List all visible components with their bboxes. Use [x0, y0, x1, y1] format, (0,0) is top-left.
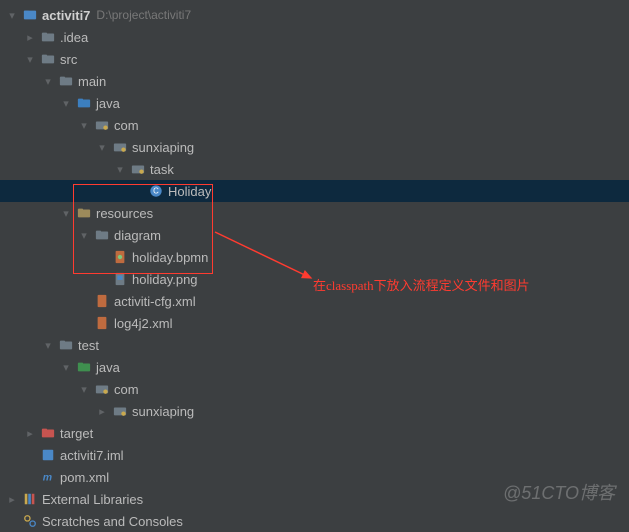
package-icon — [112, 139, 128, 155]
watermark: @51CTO博客 — [503, 479, 615, 505]
chevron-down-icon[interactable] — [76, 381, 92, 397]
node-label: activiti7.iml — [60, 448, 124, 463]
chevron-down-icon[interactable] — [22, 51, 38, 67]
library-icon — [22, 491, 38, 507]
chevron-down-icon[interactable] — [40, 337, 56, 353]
project-name: activiti7 — [42, 8, 90, 23]
chevron-down-icon[interactable] — [58, 95, 74, 111]
node-task[interactable]: task — [0, 158, 629, 180]
node-holiday-png[interactable]: holiday.png — [0, 268, 629, 290]
folder-icon — [58, 73, 74, 89]
folder-icon — [94, 227, 110, 243]
project-icon — [22, 7, 38, 23]
node-com[interactable]: com — [0, 114, 629, 136]
svg-text:C: C — [153, 187, 159, 196]
node-label: diagram — [114, 228, 161, 243]
image-file-icon — [112, 271, 128, 287]
project-tree[interactable]: activiti7 D:\project\activiti7 .idea src… — [0, 0, 629, 532]
bpmn-file-icon — [112, 249, 128, 265]
chevron-right-icon[interactable] — [22, 29, 38, 45]
node-label: main — [78, 74, 106, 89]
node-label: External Libraries — [42, 492, 143, 507]
node-label: target — [60, 426, 93, 441]
node-label: sunxiaping — [132, 404, 194, 419]
node-scratches[interactable]: Scratches and Consoles — [0, 510, 629, 532]
resources-folder-icon — [76, 205, 92, 221]
node-label: java — [96, 96, 120, 111]
node-java[interactable]: java — [0, 92, 629, 114]
node-target[interactable]: target — [0, 422, 629, 444]
chevron-down-icon[interactable] — [58, 359, 74, 375]
node-label: java — [96, 360, 120, 375]
node-label: resources — [96, 206, 153, 221]
node-label: Holiday — [168, 184, 211, 199]
node-test-sunxiaping[interactable]: sunxiaping — [0, 400, 629, 422]
node-idea[interactable]: .idea — [0, 26, 629, 48]
node-diagram[interactable]: diagram — [0, 224, 629, 246]
node-label: activiti-cfg.xml — [114, 294, 196, 309]
node-sunxiaping[interactable]: sunxiaping — [0, 136, 629, 158]
folder-icon — [40, 51, 56, 67]
node-label: pom.xml — [60, 470, 109, 485]
node-resources[interactable]: resources — [0, 202, 629, 224]
class-icon: C — [148, 183, 164, 199]
chevron-down-icon[interactable] — [94, 139, 110, 155]
node-holiday-class[interactable]: C Holiday — [0, 180, 629, 202]
chevron-down-icon[interactable] — [76, 227, 92, 243]
node-activiti-cfg[interactable]: activiti-cfg.xml — [0, 290, 629, 312]
package-icon — [94, 381, 110, 397]
node-label: holiday.bpmn — [132, 250, 208, 265]
chevron-right-icon[interactable] — [4, 491, 20, 507]
node-project-root[interactable]: activiti7 D:\project\activiti7 — [0, 4, 629, 26]
package-icon — [94, 117, 110, 133]
scratches-icon — [22, 513, 38, 529]
maven-file-icon: m — [40, 469, 56, 485]
chevron-down-icon[interactable] — [4, 7, 20, 23]
chevron-down-icon[interactable] — [58, 205, 74, 221]
chevron-down-icon[interactable] — [76, 117, 92, 133]
node-label: test — [78, 338, 99, 353]
folder-icon — [58, 337, 74, 353]
xml-file-icon — [94, 315, 110, 331]
chevron-down-icon[interactable] — [112, 161, 128, 177]
node-label: com — [114, 118, 139, 133]
test-source-folder-icon — [76, 359, 92, 375]
source-folder-icon — [76, 95, 92, 111]
project-path: D:\project\activiti7 — [96, 8, 191, 22]
package-icon — [112, 403, 128, 419]
chevron-down-icon[interactable] — [40, 73, 56, 89]
package-icon — [130, 161, 146, 177]
svg-text:m: m — [43, 472, 52, 484]
node-test-com[interactable]: com — [0, 378, 629, 400]
node-iml[interactable]: activiti7.iml — [0, 444, 629, 466]
node-label: sunxiaping — [132, 140, 194, 155]
folder-icon — [40, 29, 56, 45]
node-holiday-bpmn[interactable]: holiday.bpmn — [0, 246, 629, 268]
chevron-right-icon[interactable] — [22, 425, 38, 441]
chevron-right-icon[interactable] — [94, 403, 110, 419]
node-label: .idea — [60, 30, 88, 45]
node-label: com — [114, 382, 139, 397]
node-src[interactable]: src — [0, 48, 629, 70]
node-label: log4j2.xml — [114, 316, 173, 331]
excluded-folder-icon — [40, 425, 56, 441]
node-label: Scratches and Consoles — [42, 514, 183, 529]
node-label: holiday.png — [132, 272, 198, 287]
module-file-icon — [40, 447, 56, 463]
node-log4j2[interactable]: log4j2.xml — [0, 312, 629, 334]
node-label: src — [60, 52, 77, 67]
node-test[interactable]: test — [0, 334, 629, 356]
node-test-java[interactable]: java — [0, 356, 629, 378]
node-main[interactable]: main — [0, 70, 629, 92]
xml-file-icon — [94, 293, 110, 309]
node-label: task — [150, 162, 174, 177]
